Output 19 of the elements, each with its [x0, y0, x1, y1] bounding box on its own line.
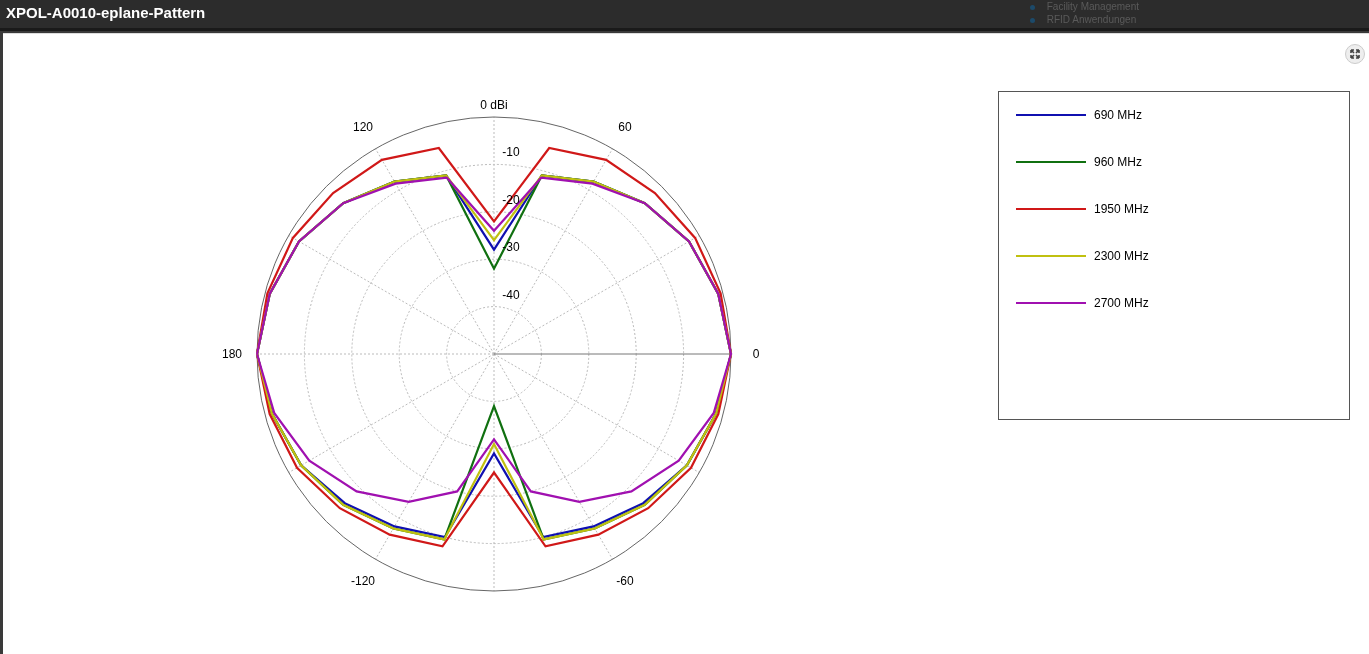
- legend-label: 2700 MHz: [1094, 296, 1149, 310]
- angle-label: 60: [618, 120, 632, 135]
- legend-label: 1950 MHz: [1094, 202, 1149, 216]
- ring-label: -10: [502, 145, 520, 160]
- angle-label: 120: [353, 120, 373, 135]
- bullet-icon: [1029, 4, 1035, 10]
- ring-label: -40: [502, 287, 520, 302]
- expand-icon: [1350, 49, 1360, 59]
- legend-label: 690 MHz: [1094, 108, 1143, 122]
- angle-label: -60: [616, 573, 634, 588]
- legend-label: 960 MHz: [1094, 155, 1143, 169]
- expand-button[interactable]: [1345, 44, 1365, 64]
- legend-label: 2300 MHz: [1094, 249, 1149, 263]
- angle-label: 180: [222, 347, 242, 361]
- ring-label: 0 dBi: [480, 98, 508, 112]
- angle-label: -120: [351, 573, 375, 588]
- bullet-icon: [1029, 17, 1035, 23]
- angle-label: 0: [752, 347, 760, 361]
- window-title: XPOL-A0010-eplane-Pattern: [5, 3, 207, 23]
